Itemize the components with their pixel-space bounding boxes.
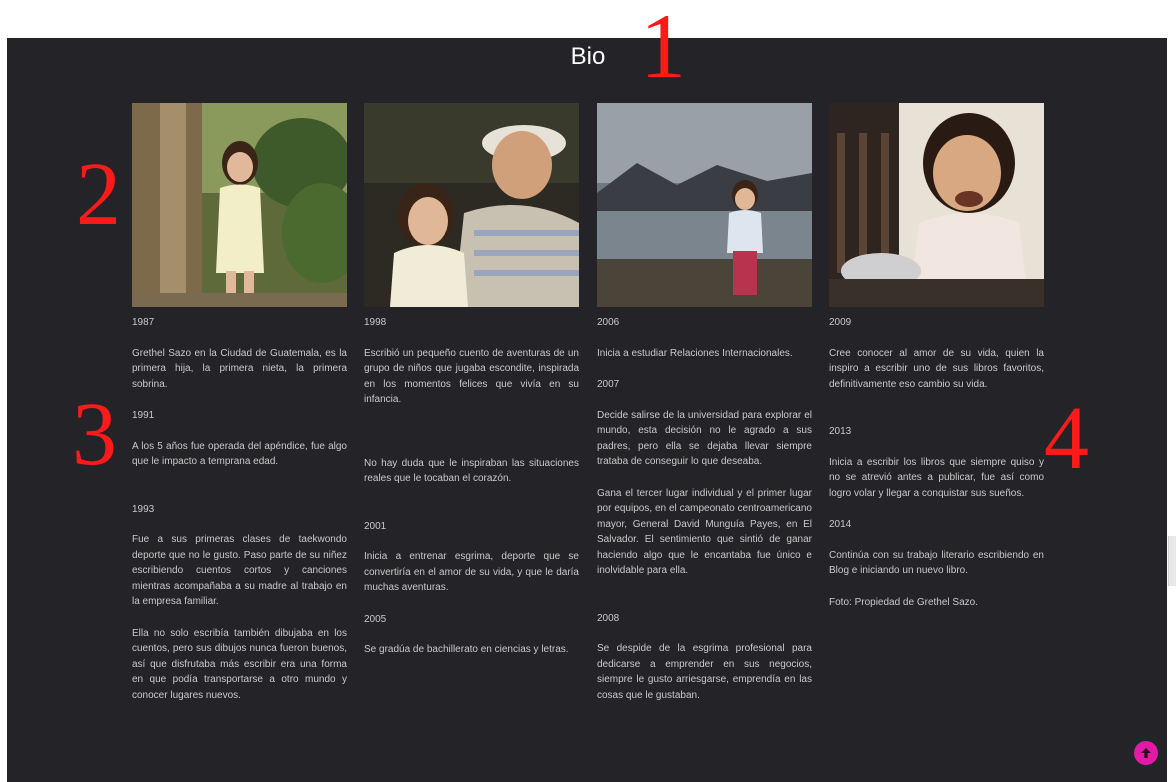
annotation-marker-1: 1 xyxy=(640,0,686,97)
annotation-marker-4: 4 xyxy=(1044,389,1089,488)
entry-year: 1993 xyxy=(132,503,155,515)
entry-text: Inicia a escribir los libros que siempre… xyxy=(829,456,1044,499)
entry-text: Ella no solo escribía también dibujaba e… xyxy=(132,627,347,701)
entry-year: 2009 xyxy=(829,317,852,328)
timeline-column-4: 2009 Cree conocer al amor de su vida, qu… xyxy=(829,103,1044,626)
entry-text: Fue a sus primeras clases de taekwondo d… xyxy=(132,534,347,607)
timeline-column-2: 1998 Escribió un pequeño cuento de avent… xyxy=(364,103,579,674)
entry-text: Foto: Propiedad de Grethel Sazo. xyxy=(829,596,978,608)
entry-text: Se despide de la esgrima profesional par… xyxy=(597,643,812,701)
entry-text: Continúa con su trabajo literario escrib… xyxy=(829,549,1044,577)
entry-year: 2006 xyxy=(597,317,620,328)
girl-by-palm-tree-photo xyxy=(132,103,347,307)
girl-by-lake-photo xyxy=(597,103,812,307)
timeline-column-3: 2006 Inicia a estudiar Relaciones Intern… xyxy=(597,103,812,719)
entry-text: Inicia a estudiar Relaciones Internacion… xyxy=(597,347,793,359)
entry-text: Cree conocer al amor de su vida, quien l… xyxy=(829,347,1044,390)
entry-year: 2008 xyxy=(597,612,620,624)
entry-year: 2014 xyxy=(829,519,852,530)
entry-text: Se gradúa de bachillerato en ciencias y … xyxy=(364,644,569,655)
entry-text: Escribió un pequeño cuento de aventuras … xyxy=(364,347,579,406)
girl-in-high-chair-photo xyxy=(829,103,1044,307)
entry-text: No hay duda que le inspiraban las situac… xyxy=(364,457,579,485)
annotation-marker-2: 2 xyxy=(76,145,121,244)
arrow-up-icon xyxy=(1141,748,1151,758)
entry-year: 2001 xyxy=(364,520,387,532)
entry-year: 2007 xyxy=(597,379,620,390)
entry-year: 1991 xyxy=(132,410,155,421)
entry-year: 1998 xyxy=(364,317,387,328)
scrollbar-thumb[interactable] xyxy=(1168,536,1176,586)
entry-text: Inicia a entrenar esgrima, deporte que s… xyxy=(364,551,579,593)
entry-year: 2005 xyxy=(364,613,387,625)
scroll-to-top-button[interactable] xyxy=(1134,741,1158,765)
entry-text: Gana el tercer lugar individual y el pri… xyxy=(597,487,812,577)
annotation-marker-3: 3 xyxy=(72,385,117,484)
entry-year: 2013 xyxy=(829,426,852,437)
entry-text: A los 5 años fue operada del apéndice, f… xyxy=(132,440,347,468)
girl-with-father-photo xyxy=(364,103,579,307)
page-title: Bio xyxy=(570,43,606,70)
timeline-column-1: 1987 Grethel Sazo en la Ciudad de Guatem… xyxy=(132,103,347,719)
entry-year: 1987 xyxy=(132,317,155,328)
entry-text: Decide salirse de la universidad para ex… xyxy=(597,409,812,468)
entry-text: Grethel Sazo en la Ciudad de Guatemala, … xyxy=(132,347,347,390)
